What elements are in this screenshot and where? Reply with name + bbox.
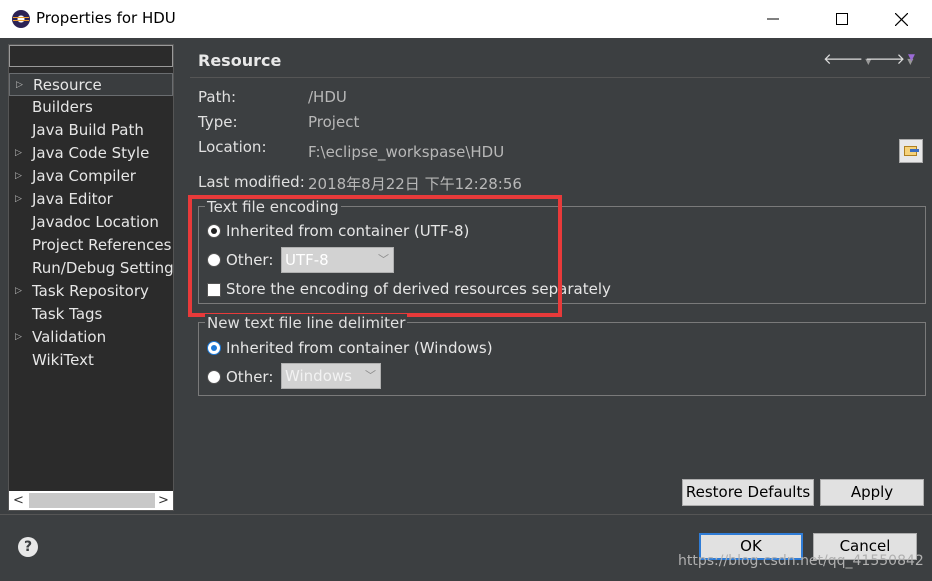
type-label: Type:	[198, 113, 238, 131]
forward-arrow-icon: 🡒	[865, 50, 906, 68]
tree-item[interactable]: ▷ Task Repository	[9, 280, 173, 303]
tree-item-label: Resource	[33, 76, 102, 94]
expand-arrow-icon[interactable]: ▷	[15, 280, 22, 303]
delimiter-other-radio[interactable]	[207, 370, 221, 384]
back-arrow-icon: 🡐	[823, 50, 864, 68]
delimiter-other-value: Windows	[285, 367, 352, 385]
tree-item-label: Task Repository	[32, 282, 149, 300]
tree-item[interactable]: ▷ Java Editor	[9, 188, 173, 211]
last-modified-label: Last modified:	[198, 173, 305, 191]
show-in-explorer-button[interactable]	[899, 139, 923, 163]
help-icon[interactable]: ?	[18, 537, 38, 557]
minimize-button[interactable]	[750, 0, 796, 38]
expand-arrow-icon[interactable]: ▷	[15, 165, 22, 188]
tree-item-label: WikiText	[32, 351, 94, 369]
tree-item[interactable]: Run/Debug Settings	[9, 257, 173, 280]
expand-arrow-icon[interactable]: ▷	[15, 326, 22, 349]
tree-item-label: Project References	[32, 236, 172, 254]
tree-item-label: Java Editor	[32, 190, 113, 208]
header-separator	[190, 77, 930, 78]
tree-item[interactable]: WikiText	[9, 349, 173, 372]
tree-item[interactable]: ▷ Validation	[9, 326, 173, 349]
tree-item-label: Run/Debug Settings	[32, 259, 173, 277]
maximize-button[interactable]	[819, 0, 865, 38]
page-title: Resource	[198, 51, 282, 70]
tree-item[interactable]: Builders	[9, 96, 173, 119]
apply-button[interactable]: Apply	[820, 479, 924, 506]
view-menu-icon[interactable]: ▼	[908, 53, 915, 73]
tree-item[interactable]: ▷ Resource	[9, 73, 173, 96]
tree-item[interactable]: Javadoc Location	[9, 211, 173, 234]
tree-item-label: Javadoc Location	[32, 213, 159, 231]
expand-arrow-icon[interactable]: ▷	[15, 142, 22, 165]
window-title: Properties for HDU	[36, 9, 176, 27]
forward-button[interactable]: 🡒 ▼	[865, 49, 913, 69]
expand-arrow-icon[interactable]: ▷	[15, 188, 22, 211]
tree-item[interactable]: Java Build Path	[9, 119, 173, 142]
properties-dialog: Properties for HDU ▷ Resource Builders Java…	[0, 0, 932, 581]
chevron-down-icon[interactable]: ﹀	[365, 364, 376, 388]
close-icon	[894, 12, 908, 26]
highlight-annotation-box	[188, 195, 562, 317]
tree-item-label: Builders	[32, 98, 93, 116]
close-button[interactable]	[878, 0, 924, 38]
title-bar: Properties for HDU	[0, 0, 932, 38]
watermark-text: https://blog.csdn.net/qq_41550842	[678, 553, 924, 569]
tree-item-label: Java Build Path	[32, 121, 144, 139]
tree-item[interactable]: Project References	[9, 234, 173, 257]
delimiter-inherited-radio[interactable]	[207, 341, 221, 355]
restore-defaults-button[interactable]: Restore Defaults	[682, 479, 814, 506]
scroll-right-icon[interactable]: >	[154, 491, 173, 510]
path-label: Path:	[198, 88, 237, 106]
delimiter-other-label[interactable]: Other:	[226, 368, 273, 386]
scroll-left-icon[interactable]: <	[9, 491, 28, 510]
tree-item-label: Validation	[32, 328, 107, 346]
tree-item-label: Java Compiler	[32, 167, 136, 185]
line-delimiter-legend: New text file line delimiter	[205, 314, 408, 332]
minimize-icon	[767, 18, 779, 20]
preference-tree: ▷ Resource Builders Java Build Path ▷ Java Co…	[9, 73, 173, 372]
delimiter-other-combo[interactable]: Windows ﹀	[281, 363, 381, 389]
tree-item[interactable]: ▷ Java Compiler	[9, 165, 173, 188]
delimiter-inherited-label[interactable]: Inherited from container (Windows)	[226, 339, 493, 357]
filter-input[interactable]	[9, 45, 173, 67]
tree-item-label: Task Tags	[32, 305, 103, 323]
tree-item-label: Java Code Style	[32, 144, 150, 162]
scroll-thumb[interactable]	[29, 493, 155, 508]
maximize-icon	[836, 13, 848, 25]
location-value: F:\eclipse_workspase\HDU	[308, 143, 505, 161]
tree-item[interactable]: Task Tags	[9, 303, 173, 326]
tree-horizontal-scrollbar[interactable]: < >	[9, 491, 173, 510]
bottom-separator	[0, 514, 932, 515]
last-modified-value: 2018年8月22日 下午12:28:56	[308, 175, 522, 193]
location-label: Location:	[198, 138, 267, 156]
tree-item[interactable]: ▷ Java Code Style	[9, 142, 173, 165]
type-value: Project	[308, 113, 360, 131]
path-value: /HDU	[308, 88, 347, 106]
page-header: Resource 🡐 ▼ 🡒 ▼ ▼	[190, 44, 930, 76]
eclipse-logo-icon	[12, 10, 30, 28]
expand-arrow-icon[interactable]: ▷	[16, 74, 23, 95]
